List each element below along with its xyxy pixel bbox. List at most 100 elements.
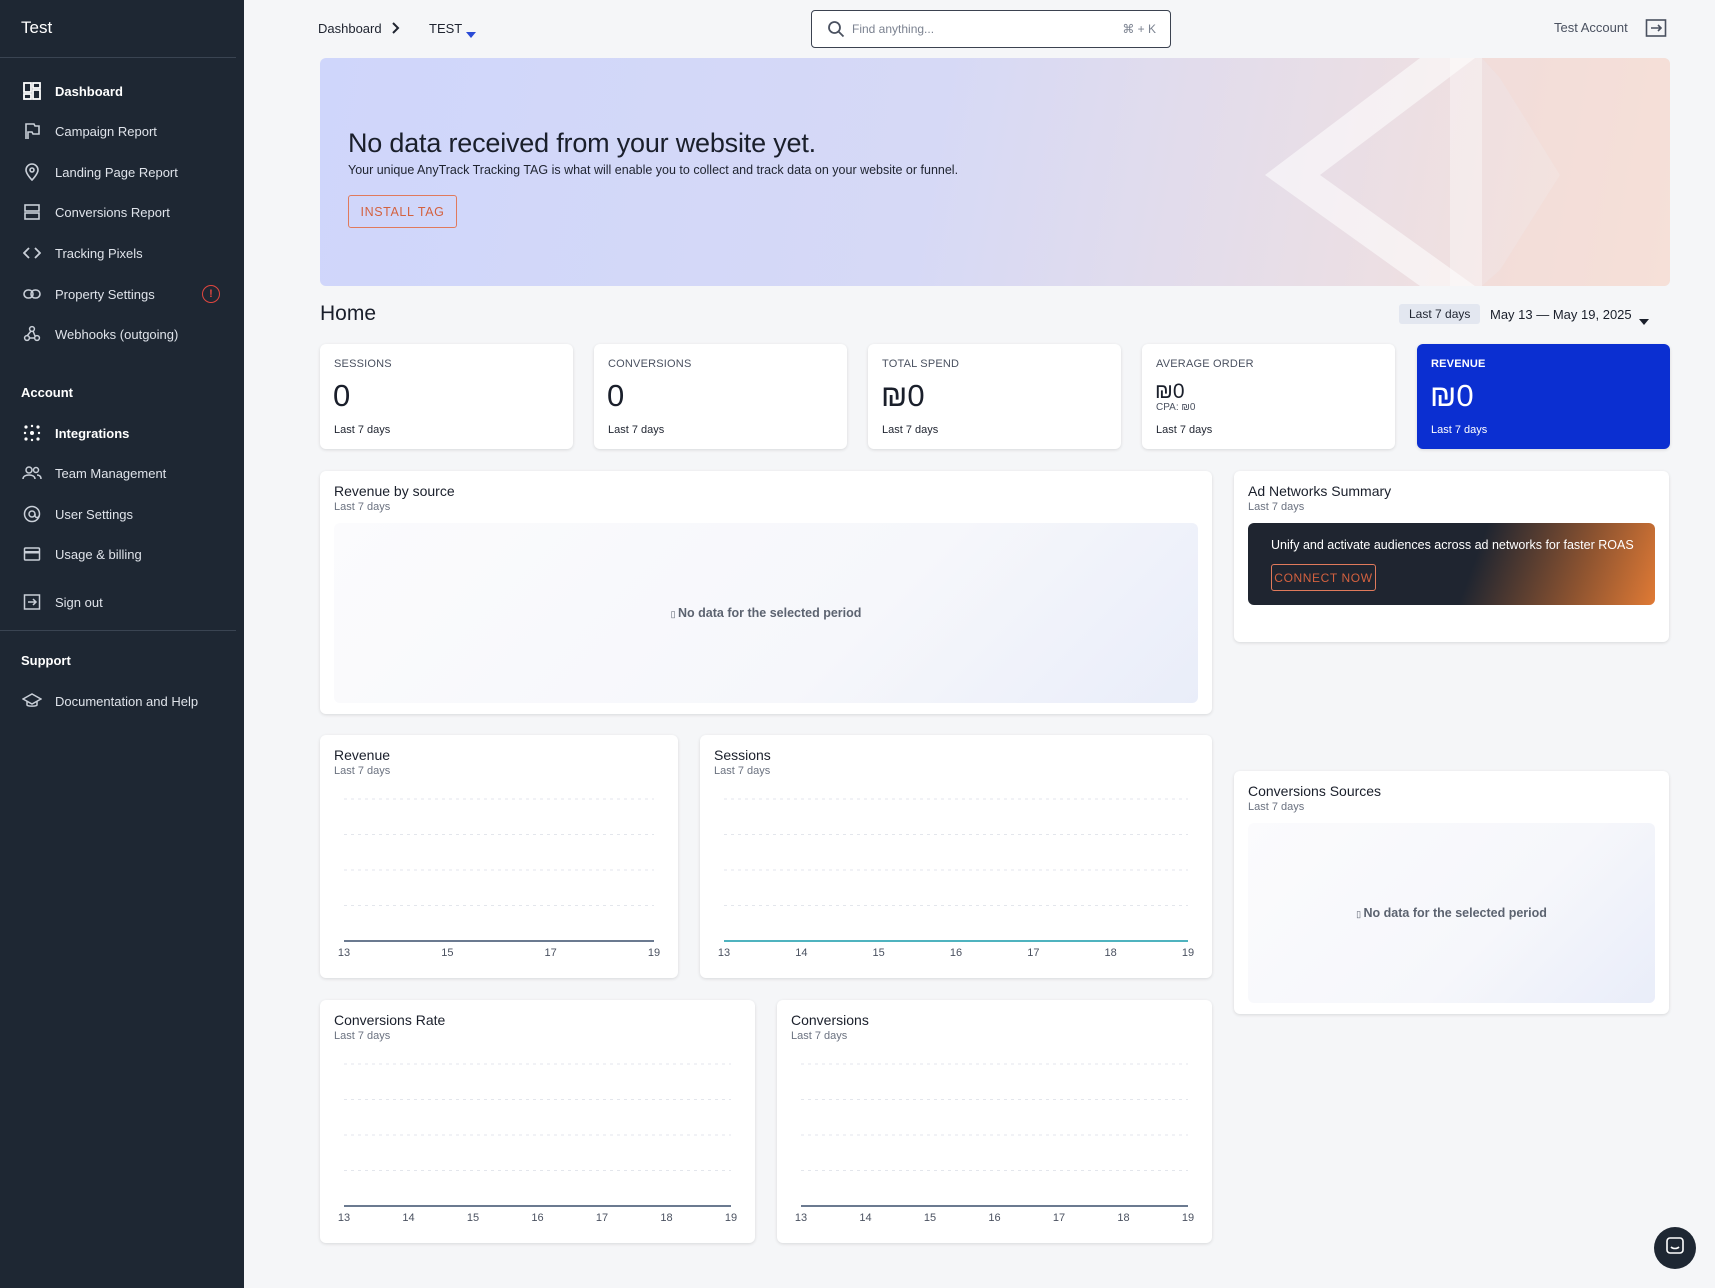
sidebar-item-sign-out[interactable]: Sign out	[0, 585, 244, 619]
kpi-period: Last 7 days	[882, 424, 939, 436]
x-tick-label: 13	[338, 1212, 350, 1224]
connect-now-button[interactable]: CONNECT NOW	[1271, 564, 1376, 591]
sidebar-item-user-settings[interactable]: User Settings	[0, 497, 244, 531]
integrations-icon	[22, 423, 42, 443]
sidebar-item-label: Usage & billing	[55, 546, 142, 562]
sidebar-item-campaign-report[interactable]: Campaign Report	[0, 114, 244, 148]
chat-icon	[1665, 1236, 1685, 1261]
graduation-cap-icon	[22, 691, 42, 711]
x-tick-label: 17	[1027, 947, 1039, 959]
date-range-picker[interactable]: May 13 — May 19, 2025	[1490, 307, 1632, 322]
sidebar-item-label: Sign out	[55, 594, 103, 610]
search-icon	[827, 20, 845, 43]
support-section-heading: Support	[21, 653, 71, 668]
flag-icon	[22, 121, 42, 141]
kpi-value: ₪0	[1155, 380, 1185, 403]
sidebar-item-label: Tracking Pixels	[55, 245, 143, 261]
card-subtitle: Last 7 days	[334, 501, 391, 513]
kpi-label: AVERAGE ORDER	[1156, 358, 1254, 370]
x-tick-label: 18	[1105, 947, 1117, 959]
kpi-period: Last 7 days	[608, 424, 665, 436]
sidebar-item-label: Team Management	[55, 465, 167, 481]
empty-state: ▯ No data for the selected period	[334, 523, 1198, 703]
logout-icon[interactable]	[1645, 18, 1667, 43]
ad-networks-promo: Unify and activate audiences across ad n…	[1248, 523, 1655, 605]
kpi-label: REVENUE	[1431, 358, 1486, 370]
sidebar-item-integrations[interactable]: Integrations	[0, 416, 244, 450]
sidebar-item-team-management[interactable]: Team Management	[0, 456, 244, 490]
chevron-right-icon	[391, 21, 401, 40]
storage-icon	[22, 202, 42, 222]
sidebar-item-property-settings[interactable]: Property Settings !	[0, 277, 244, 311]
kpi-revenue[interactable]: REVENUE ₪0 Last 7 days	[1417, 344, 1670, 449]
kpi-average-order[interactable]: AVERAGE ORDER ₪0 CPA: ₪0 Last 7 days	[1142, 344, 1395, 449]
sidebar-item-dashboard[interactable]: Dashboard	[0, 74, 244, 108]
kpi-label: CONVERSIONS	[608, 358, 692, 370]
property-selector[interactable]: TEST	[429, 21, 462, 36]
conversions-rate-line-chart: 13 14 15 16 17 18 19	[338, 1063, 737, 1224]
range-pill[interactable]: Last 7 days	[1399, 304, 1481, 324]
kpi-value: 0	[607, 378, 625, 413]
sidebar-item-tracking-pixels[interactable]: Tracking Pixels	[0, 236, 244, 270]
alert-icon: !	[202, 285, 220, 303]
breadcrumb-dashboard[interactable]: Dashboard	[318, 21, 382, 36]
kpi-total-spend[interactable]: TOTAL SPEND ₪0 Last 7 days	[868, 344, 1121, 449]
x-tick-label: 15	[441, 947, 453, 959]
account-name[interactable]: Test Account	[1554, 20, 1628, 35]
chat-button[interactable]	[1654, 1227, 1696, 1269]
conversions-sources-card: Conversions Sources Last 7 days ▯ No dat…	[1234, 771, 1669, 1014]
sidebar-item-label: Documentation and Help	[55, 693, 199, 709]
conversions-line-chart: 13 14 15 16 17 18 19	[795, 1063, 1194, 1224]
empty-message-text: No data for the selected period	[1363, 906, 1547, 920]
x-tick-label: 14	[402, 1212, 414, 1224]
kpi-value: 0	[333, 378, 351, 413]
x-tick-label: 14	[859, 1212, 871, 1224]
card-subtitle: Last 7 days	[1248, 801, 1305, 813]
sidebar-item-webhooks[interactable]: Webhooks (outgoing)	[0, 317, 244, 351]
ad-networks-card: Ad Networks Summary Last 7 days Unify an…	[1234, 471, 1669, 642]
caret-down-icon[interactable]	[1639, 312, 1649, 330]
x-tick-label: 14	[795, 947, 807, 959]
x-tick-label: 19	[1182, 1212, 1194, 1224]
conversions-rate-chart-card: Conversions Rate Last 7 days 13 14 15 16 17 1…	[320, 1000, 755, 1243]
x-tick-label: 13	[718, 947, 730, 959]
promo-text: Unify and activate audiences across ad n…	[1271, 538, 1634, 552]
search-input[interactable]: Find anything... ⌘ + K	[811, 10, 1171, 48]
kpi-sessions[interactable]: SESSIONS 0 Last 7 days	[320, 344, 573, 449]
kpi-period: Last 7 days	[1431, 424, 1488, 436]
x-tick-label: 18	[660, 1212, 672, 1224]
link-icon	[22, 284, 42, 304]
empty-message-text: No data for the selected period	[678, 606, 862, 620]
code-icon	[22, 243, 42, 263]
at-sign-icon	[22, 504, 42, 524]
kpi-period: Last 7 days	[1156, 424, 1213, 436]
card-subtitle: Last 7 days	[1248, 501, 1305, 513]
x-tick-label: 15	[924, 1212, 936, 1224]
kpi-conversions[interactable]: CONVERSIONS 0 Last 7 days	[594, 344, 847, 449]
kpi-value: ₪0	[881, 378, 925, 413]
caret-down-icon	[466, 25, 476, 43]
sessions-line-chart: 13 14 15 16 17 18 19	[718, 798, 1194, 959]
database-icon: ▯	[670, 609, 679, 619]
x-tick-label: 16	[950, 947, 962, 959]
x-tick-label: 15	[873, 947, 885, 959]
kpi-cpa: CPA: ₪0	[1156, 402, 1196, 413]
sidebar-item-usage-billing[interactable]: Usage & billing	[0, 537, 244, 571]
x-tick-label: 13	[338, 947, 350, 959]
x-tick-label: 17	[1053, 1212, 1065, 1224]
install-tag-button[interactable]: INSTALL TAG	[348, 195, 457, 228]
sidebar-item-label: Conversions Report	[55, 204, 170, 220]
x-tick-label: 19	[1182, 947, 1194, 959]
workspace-title: Test	[21, 18, 53, 37]
x-tick-label: 13	[795, 1212, 807, 1224]
kpi-label: TOTAL SPEND	[882, 358, 960, 370]
sidebar-item-landing-page-report[interactable]: Landing Page Report	[0, 155, 244, 189]
search-placeholder: Find anything...	[852, 22, 935, 36]
x-tick-label: 19	[725, 1212, 737, 1224]
card-title: Revenue by source	[334, 483, 455, 499]
revenue-chart-card: Revenue Last 7 days 13 15 17 19	[320, 735, 678, 978]
sidebar-item-documentation[interactable]: Documentation and Help	[0, 684, 244, 718]
sidebar-item-label: Property Settings	[55, 286, 155, 302]
kpi-label: SESSIONS	[334, 358, 392, 370]
sidebar-item-conversions-report[interactable]: Conversions Report	[0, 195, 244, 229]
